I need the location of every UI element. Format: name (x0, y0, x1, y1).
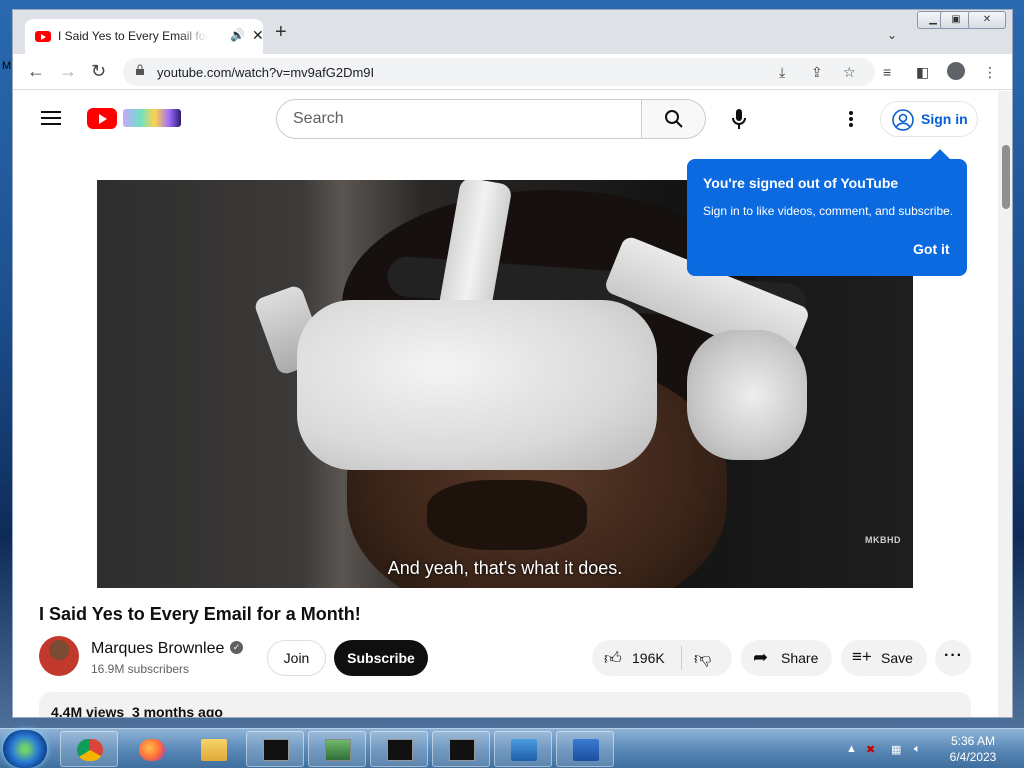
more-actions-button[interactable]: ··· (935, 640, 971, 676)
video-title: I Said Yes to Every Email for a Month! (39, 604, 361, 624)
microphone-icon (732, 109, 746, 129)
powershell-icon (573, 739, 599, 761)
taskbar-cmd-3[interactable] (432, 731, 490, 767)
taskbar-firefox[interactable] (122, 731, 180, 767)
windows-taskbar: ▲ ✖ ▦ 🔈︎ 5:36 AM 6/4/2023 (0, 728, 1024, 768)
browser-toolbar: ← → ↻ youtube.com/watch?v=mv9afG2Dm9I ⤓ … (13, 54, 1012, 90)
save-label: Save (881, 650, 913, 666)
command-prompt-icon (449, 739, 475, 761)
command-prompt-icon (387, 739, 413, 761)
page-scrollbar[interactable] (998, 91, 1012, 717)
network-error-icon[interactable]: ✖ (866, 743, 875, 756)
tab-title: I Said Yes to Every Email for a Month! (58, 29, 208, 43)
youtube-favicon-icon (35, 31, 51, 42)
share-button[interactable]: ➦ Share (741, 640, 832, 676)
share-page-icon[interactable]: ⇪ (811, 64, 823, 81)
add-to-playlist-icon: ≡+ (852, 647, 872, 666)
close-window-button[interactable]: ✕ (968, 11, 1006, 29)
clock-date: 6/4/2023 (949, 750, 997, 764)
install-app-icon[interactable]: ⤓ (779, 64, 785, 81)
desktop-icon-label: M (2, 60, 12, 72)
chrome-icon (77, 739, 103, 761)
like-count[interactable]: 196K (632, 650, 665, 666)
side-panel-icon[interactable]: ◧ (916, 64, 929, 81)
channel-watermark: MKBHD (865, 535, 901, 545)
like-dislike-group: 👍︎ 196K 👎︎ (592, 640, 732, 676)
thumbs-down-icon[interactable]: 👎︎ (694, 648, 711, 669)
taskbar-chrome[interactable] (60, 731, 118, 767)
search-input[interactable] (293, 110, 623, 128)
speaker-icon[interactable]: 🔊 (230, 28, 245, 42)
taskbar-explorer[interactable] (184, 731, 242, 767)
taskbar-cmd-1[interactable] (246, 731, 304, 767)
media-control-icon[interactable]: ≡ (883, 64, 891, 80)
youtube-doodle-logo[interactable] (123, 109, 181, 127)
vr-headset-image (297, 300, 657, 470)
subscriber-count: 16.9M subscribers (91, 662, 190, 676)
back-arrow-icon[interactable]: ← (27, 62, 45, 80)
video-caption: And yeah, that's what it does. (387, 558, 623, 578)
sign-in-button[interactable]: Sign in (880, 101, 978, 137)
volume-muted-icon[interactable]: 🔈︎ (914, 743, 921, 756)
taskbar-settings[interactable] (494, 731, 552, 767)
forward-arrow-icon[interactable]: → (59, 62, 77, 80)
system-tool-icon (325, 739, 351, 761)
network-icon[interactable]: ▦ (891, 743, 901, 756)
sign-in-label: Sign in (921, 111, 968, 127)
new-tab-button[interactable]: + (275, 22, 287, 42)
tooltip-body: Sign in to like videos, comment, and sub… (703, 204, 954, 218)
search-button[interactable] (642, 99, 706, 139)
more-dots-icon: ··· (944, 647, 963, 664)
description-box[interactable]: 4.4M views 3 months ago (39, 692, 971, 718)
lock-icon (136, 64, 144, 75)
start-button[interactable] (3, 730, 47, 768)
subscribe-button[interactable]: Subscribe (334, 640, 428, 676)
taskbar-cmd-2[interactable] (370, 731, 428, 767)
taskbar-app[interactable] (308, 731, 366, 767)
tab-strip: I Said Yes to Every Email for a Month! 🔊… (13, 10, 1012, 54)
youtube-page: Sign in MKBHD And yeah, that's what it d… (13, 91, 998, 718)
join-button[interactable]: Join (267, 640, 326, 676)
system-clock[interactable]: 5:36 AM 6/4/2023 (936, 733, 1010, 765)
profile-avatar-icon[interactable] (947, 62, 965, 80)
hamburger-menu-icon[interactable] (41, 111, 61, 125)
youtube-logo-icon[interactable] (87, 108, 117, 129)
search-box[interactable] (276, 99, 642, 139)
address-bar[interactable]: youtube.com/watch?v=mv9afG2Dm9I ⤓ ⇪ ☆ (123, 58, 875, 86)
reload-icon[interactable]: ↻ (91, 62, 106, 80)
thumbs-up-icon[interactable]: 👍︎ (604, 648, 622, 669)
url-text: youtube.com/watch?v=mv9afG2Dm9I (157, 65, 375, 80)
taskbar-powershell[interactable] (556, 731, 614, 767)
folder-icon (201, 739, 227, 761)
bookmark-star-icon[interactable]: ☆ (843, 64, 856, 81)
chrome-window: I Said Yes to Every Email for a Month! 🔊… (12, 9, 1013, 718)
command-prompt-icon (263, 739, 289, 761)
voice-search-button[interactable] (719, 99, 759, 139)
show-hidden-icons-arrow-icon[interactable]: ▲ (846, 743, 857, 755)
share-label: Share (781, 650, 819, 666)
view-count-and-date: 4.4M views 3 months ago (51, 704, 223, 718)
tab-close-icon[interactable]: ✕ (252, 27, 264, 44)
clock-time: 5:36 AM (950, 734, 996, 748)
channel-avatar[interactable] (39, 636, 79, 676)
save-button[interactable]: ≡+ Save (841, 640, 927, 676)
chrome-menu-icon[interactable]: ⋮ (983, 64, 997, 81)
verified-check-icon: ✓ (230, 641, 243, 654)
got-it-button[interactable]: Got it (913, 241, 950, 257)
tab-search-chevron-icon[interactable]: ⌄ (887, 28, 897, 42)
share-arrow-icon: ➦ (753, 647, 769, 667)
firefox-icon (139, 739, 165, 761)
tab-youtube[interactable]: I Said Yes to Every Email for a Month! 🔊… (25, 19, 264, 54)
scrollbar-thumb[interactable] (1002, 145, 1010, 209)
account-circle-icon (892, 109, 914, 131)
settings-kebab-icon[interactable] (841, 109, 861, 129)
tooltip-heading: You're signed out of YouTube (703, 175, 899, 191)
signed-out-tooltip: You're signed out of YouTube Sign in to … (687, 159, 967, 276)
search-icon (665, 110, 683, 128)
settings-window-icon (511, 739, 537, 761)
channel-name[interactable]: Marques Brownlee (91, 640, 224, 658)
